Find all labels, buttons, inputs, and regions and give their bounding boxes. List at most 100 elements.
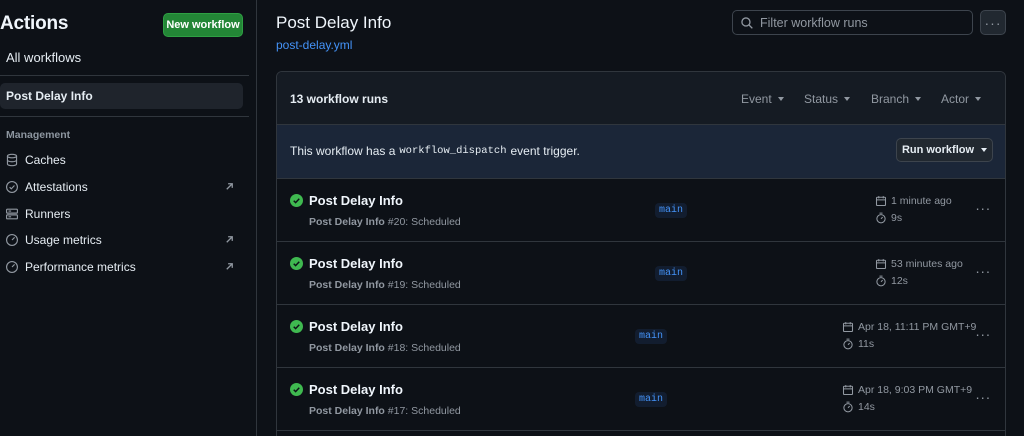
run-workflow-name: Post Delay Info	[309, 279, 385, 291]
runs-count: 13 workflow runs	[290, 92, 389, 106]
check-circle-icon	[290, 320, 303, 333]
run-title[interactable]: Post Delay Info	[309, 256, 403, 271]
run-time: 1 minute ago	[875, 195, 952, 207]
run-workflow-button[interactable]: Run workflow	[896, 138, 993, 162]
kebab-icon: ···	[975, 263, 991, 279]
run-menu-button[interactable]: ···	[974, 200, 992, 216]
run-title[interactable]: Post Delay Info	[309, 193, 403, 208]
sidebar-item-runners[interactable]: Runners	[0, 203, 243, 225]
run-time-text: Apr 18, 11:11 PM GMT+9	[858, 321, 977, 333]
run-title[interactable]: Post Delay Info	[309, 382, 403, 397]
calendar-icon	[842, 322, 854, 333]
sidebar-item-all-workflows[interactable]: All workflows	[6, 50, 81, 65]
run-duration: 12s	[875, 275, 908, 287]
kebab-icon: ···	[975, 389, 991, 405]
sidebar-item-usage-metrics[interactable]: Usage metrics	[0, 229, 243, 251]
caret-down-icon	[975, 97, 982, 101]
run-subtitle: Post Delay Info #18: Scheduled	[309, 342, 461, 354]
run-time-text: 53 minutes ago	[891, 258, 963, 270]
run-time: Apr 18, 11:11 PM GMT+9	[842, 321, 976, 333]
divider	[0, 75, 249, 76]
run-detail: #17: Scheduled	[387, 405, 461, 417]
sidebar-item-label: Runners	[25, 207, 71, 221]
filter-status-dropdown[interactable]: Status	[804, 92, 851, 106]
more-options-button[interactable]: ···	[980, 10, 1006, 35]
branch-badge[interactable]: main	[635, 329, 668, 344]
sidebar-item-label: Performance metrics	[25, 260, 136, 274]
stopwatch-icon	[843, 338, 853, 350]
run-workflow-name: Post Delay Info	[309, 216, 385, 228]
run-subtitle: Post Delay Info #19: Scheduled	[309, 279, 461, 291]
external-link-icon	[226, 183, 233, 190]
dispatch-prefix: This workflow has a	[290, 144, 396, 158]
kebab-icon: ···	[975, 326, 991, 342]
dispatch-message: This workflow has a workflow_dispatch ev…	[290, 144, 580, 158]
run-row[interactable]: Post Delay Info Post Delay Info #19: Sch…	[277, 242, 1005, 305]
run-detail: #18: Scheduled	[387, 342, 461, 354]
filter-label: Branch	[871, 92, 910, 106]
caret-down-icon	[915, 97, 922, 101]
run-time: 53 minutes ago	[875, 258, 963, 270]
run-duration: 11s	[842, 338, 874, 350]
filter-label: Actor	[941, 92, 970, 106]
sidebar-section-management: Management	[6, 129, 71, 141]
run-row[interactable]: Post Delay Info Post Delay Info #18: Sch…	[277, 305, 1005, 368]
stopwatch-icon	[876, 212, 886, 224]
filter-branch-dropdown[interactable]: Branch	[871, 92, 922, 106]
calendar-icon	[875, 196, 887, 207]
workflow-file-link[interactable]: post-delay.yml	[276, 38, 352, 52]
run-row[interactable]: Post Delay Info Post Delay Info #17: Sch…	[277, 368, 1005, 431]
run-duration: 14s	[842, 401, 875, 413]
run-detail: #19: Scheduled	[387, 279, 461, 291]
stopwatch-icon	[876, 275, 886, 287]
stopwatch-icon	[843, 401, 853, 413]
new-workflow-button[interactable]: New workflow	[163, 13, 243, 37]
run-menu-button[interactable]: ···	[974, 326, 992, 342]
run-menu-button[interactable]: ···	[974, 389, 992, 405]
filter-actor-dropdown[interactable]: Actor	[941, 92, 982, 106]
run-duration-text: 9s	[891, 212, 903, 224]
run-workflow-name: Post Delay Info	[309, 342, 385, 354]
sidebar-item-label: Usage metrics	[25, 233, 102, 247]
run-time-text: Apr 18, 9:03 PM GMT+9	[858, 384, 973, 396]
verified-icon	[6, 181, 18, 193]
database-icon	[6, 153, 18, 167]
calendar-icon	[875, 259, 887, 270]
caret-down-icon	[844, 97, 851, 101]
runs-header: 13 workflow runs Event Status Branch Act…	[277, 72, 1005, 125]
branch-badge[interactable]: main	[655, 203, 688, 218]
run-subtitle: Post Delay Info #17: Scheduled	[309, 405, 461, 417]
run-duration-text: 14s	[858, 401, 875, 413]
run-workflow-label: Run workflow	[901, 144, 975, 156]
external-link-icon	[226, 263, 233, 270]
sidebar-item-post-delay-info[interactable]: Post Delay Info	[0, 83, 243, 109]
branch-badge[interactable]: main	[635, 392, 668, 407]
filter-label: Event	[741, 92, 772, 106]
kebab-icon: ···	[975, 200, 991, 216]
kebab-icon: ···	[984, 14, 1002, 31]
sidebar-title: Actions	[0, 13, 69, 34]
run-duration: 9s	[875, 212, 902, 224]
check-circle-icon	[290, 257, 303, 270]
check-circle-icon	[290, 194, 303, 207]
sidebar-item-attestations[interactable]: Attestations	[0, 176, 243, 198]
filter-event-dropdown[interactable]: Event	[741, 92, 784, 106]
branch-badge[interactable]: main	[655, 266, 688, 281]
server-icon	[6, 208, 18, 220]
dispatch-code: workflow_dispatch	[399, 145, 507, 157]
meter-icon	[6, 261, 18, 273]
sidebar-item-label: Caches	[25, 153, 66, 167]
filter-runs-field[interactable]	[732, 10, 973, 35]
sidebar-item-caches[interactable]: Caches	[0, 149, 243, 171]
sidebar-item-performance-metrics[interactable]: Performance metrics	[0, 256, 243, 278]
run-duration-text: 11s	[858, 338, 875, 350]
filter-label: Status	[804, 92, 839, 106]
run-title[interactable]: Post Delay Info	[309, 319, 403, 334]
run-menu-button[interactable]: ···	[974, 263, 992, 279]
filter-runs-input[interactable]	[760, 15, 960, 30]
workflow-runs-panel: 13 workflow runs Event Status Branch Act…	[276, 71, 1006, 436]
run-row[interactable]: Post Delay Info Post Delay Info #20: Sch…	[277, 179, 1005, 242]
run-duration-text: 12s	[891, 275, 908, 287]
run-workflow-name: Post Delay Info	[309, 405, 385, 417]
run-detail: #20: Scheduled	[387, 216, 461, 228]
